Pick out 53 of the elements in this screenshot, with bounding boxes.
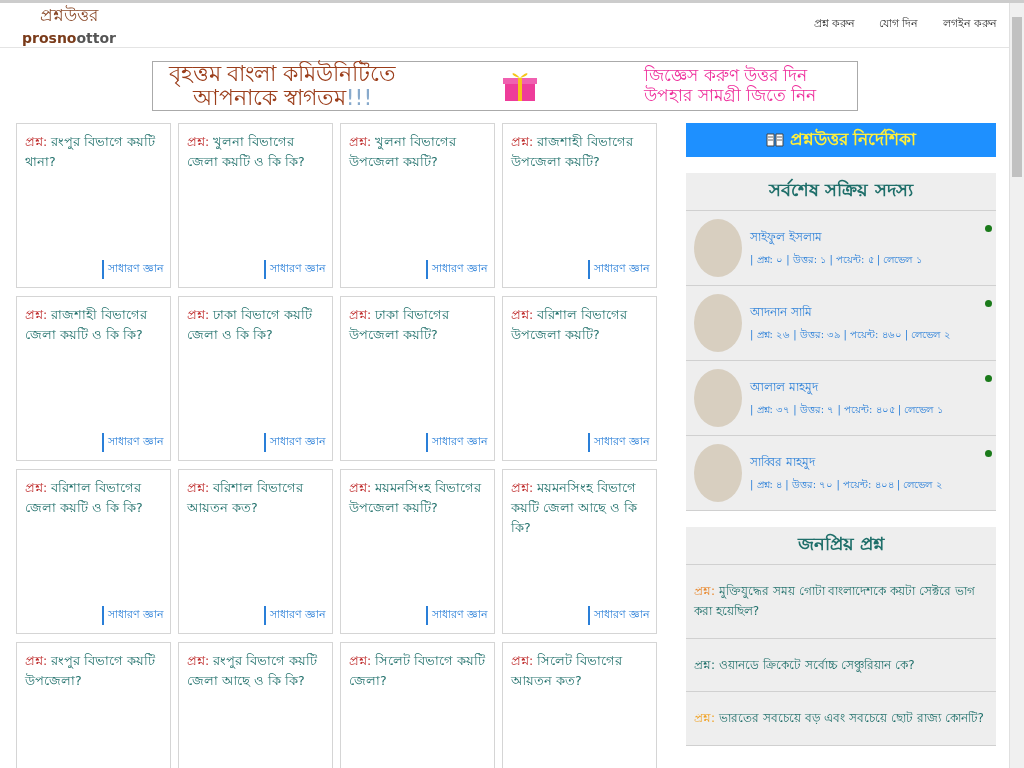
question-text[interactable]: প্রশ্ন: রাজশাহী বিভাগের উপজেলা কয়টি? (511, 132, 650, 173)
question-text[interactable]: প্রশ্ন: বরিশাল বিভাগের আয়তন কত? (187, 478, 326, 519)
member-name[interactable]: সাব্বির মাহমুদ (750, 452, 943, 473)
member-name[interactable]: সাইফুল ইসলাম (750, 227, 922, 248)
question-text[interactable]: প্রশ্ন: ময়মনসিংহ বিভাগে কয়টি জেলা আছে ও কি কি? (511, 478, 650, 539)
category-link[interactable]: সাধারণ জ্ঞান (263, 260, 326, 280)
logo-bengali[interactable]: প্রশ্নউত্তর (40, 3, 98, 29)
member-stats: | প্রশ্ন: ২৬ | উত্তর: ৩৯ | পয়েন্ট: ৪৬০ | লেভেল ২ (750, 327, 951, 343)
nav-link[interactable]: লগইন করুন (942, 15, 997, 35)
popular-question[interactable]: প্রশ্ন: ভারতের সবচেয়ে বড় এবং সবচেয়ে ছোট রাজ্য কোনটি? (686, 692, 996, 746)
category-link[interactable]: সাধারণ জ্ঞান (587, 260, 650, 280)
question-text[interactable]: প্রশ্ন: রংপুর বিভাগে কয়টি উপজেলা? (25, 651, 164, 692)
question-text[interactable]: প্রশ্ন: রংপুর বিভাগে কয়টি থানা? (25, 132, 164, 173)
panel-title: জনপ্রিয় প্রশ্ন (686, 527, 996, 566)
category-link[interactable]: সাধারণ জ্ঞান (263, 606, 326, 626)
welcome-text: বৃহত্তম বাংলা কমিউনিটিতে আপনাকে স্বাগতম!!! (168, 61, 397, 111)
member-stats: | প্রশ্ন: ৩৭ | উত্তর: ৭ | পয়েন্ট: ৪০৫ | লেভেল ১ (750, 402, 943, 418)
category-link[interactable]: সাধারণ জ্ঞান (101, 433, 164, 453)
category-link[interactable]: সাধারণ জ্ঞান (101, 260, 164, 280)
category-link[interactable]: সাধারণ জ্ঞান (425, 433, 488, 453)
question-text[interactable]: প্রশ্ন: সিলেট বিভাগের আয়তন কত? (511, 651, 650, 692)
member-name[interactable]: আদনান সামি (750, 302, 951, 323)
avatar-placeholder (694, 444, 742, 503)
category-link[interactable]: সাধারণ জ্ঞান (587, 433, 650, 453)
question-text[interactable]: প্রশ্ন: রংপুর বিভাগে কয়টি জেলা আছে ও কি কি? (187, 651, 326, 692)
nav-link[interactable]: যোগ দিন (879, 15, 919, 35)
category-link[interactable]: সাধারণ জ্ঞান (425, 606, 488, 626)
question-text[interactable]: প্রশ্ন: বরিশাল বিভাগের উপজেলা কয়টি? (511, 305, 650, 346)
question-text[interactable]: প্রশ্ন: রাজশাহী বিভাগের জেলা কয়টি ও কি কি? (25, 305, 164, 346)
book-icon (765, 132, 784, 149)
category-link[interactable]: সাধারণ জ্ঞান (101, 606, 164, 626)
question-text[interactable]: প্রশ্ন: খুলনা বিভাগের জেলা কয়টি ও কি কি? (187, 132, 326, 173)
category-link[interactable]: সাধারণ জ্ঞান (425, 260, 488, 280)
promo-text: জিজ্ঞেস করুণ উত্তর দিন উপহার সামগ্রী জিতে নিন (644, 66, 817, 106)
member-stats: | প্রশ্ন: ০ | উত্তর: ১ | পয়েন্ট: ৫ | লেভেল ১ (750, 252, 922, 268)
question-text[interactable]: প্রশ্ন: সিলেট বিভাগে কয়টি জেলা? (349, 651, 488, 692)
question-text[interactable]: প্রশ্ন: ঢাকা বিভাগের উপজেলা কয়টি? (349, 305, 488, 346)
logo-latin[interactable]: prosnoottor (22, 28, 116, 47)
category-link[interactable]: সাধারণ জ্ঞান (263, 433, 326, 453)
member-name[interactable]: আলাল মাহমুদ (750, 377, 943, 398)
member-stats: | প্রশ্ন: ৪ | উত্তর: ৭০ | পয়েন্ট: ৪০৪ | লেভেল ২ (750, 477, 943, 493)
avatar-placeholder (694, 294, 742, 353)
question-text[interactable]: প্রশ্ন: ঢাকা বিভাগে কয়টি জেলা ও কি কি? (187, 305, 326, 346)
category-link[interactable]: সাধারণ জ্ঞান (587, 606, 650, 626)
nav-link[interactable]: প্রশ্ন করুন (813, 15, 855, 35)
question-text[interactable]: প্রশ্ন: ময়মনসিংহ বিভাগের উপজেলা কয়টি? (349, 478, 488, 519)
question-text[interactable]: প্রশ্ন: খুলনা বিভাগের উপজেলা কয়টি? (349, 132, 488, 173)
popular-question[interactable]: প্রশ্ন: ওয়ানডে ক্রিকেটে সর্বোচ্চ সেঞ্চুরিয়ান কে? (686, 638, 996, 693)
avatar-placeholder (694, 219, 742, 278)
avatar-placeholder (694, 369, 742, 428)
panel-title: সর্বশেষ সক্রিয় সদস্য (686, 173, 996, 212)
popular-question[interactable]: প্রশ্ন: মুক্তিযুদ্ধের সময় গোটা বাংলাদেশকে কয়টা সেক্টরে ভাগ করা হয়েছিল? (686, 565, 996, 639)
question-text[interactable]: প্রশ্ন: বরিশাল বিভাগের জেলা কয়টি ও কি কি? (25, 478, 164, 519)
